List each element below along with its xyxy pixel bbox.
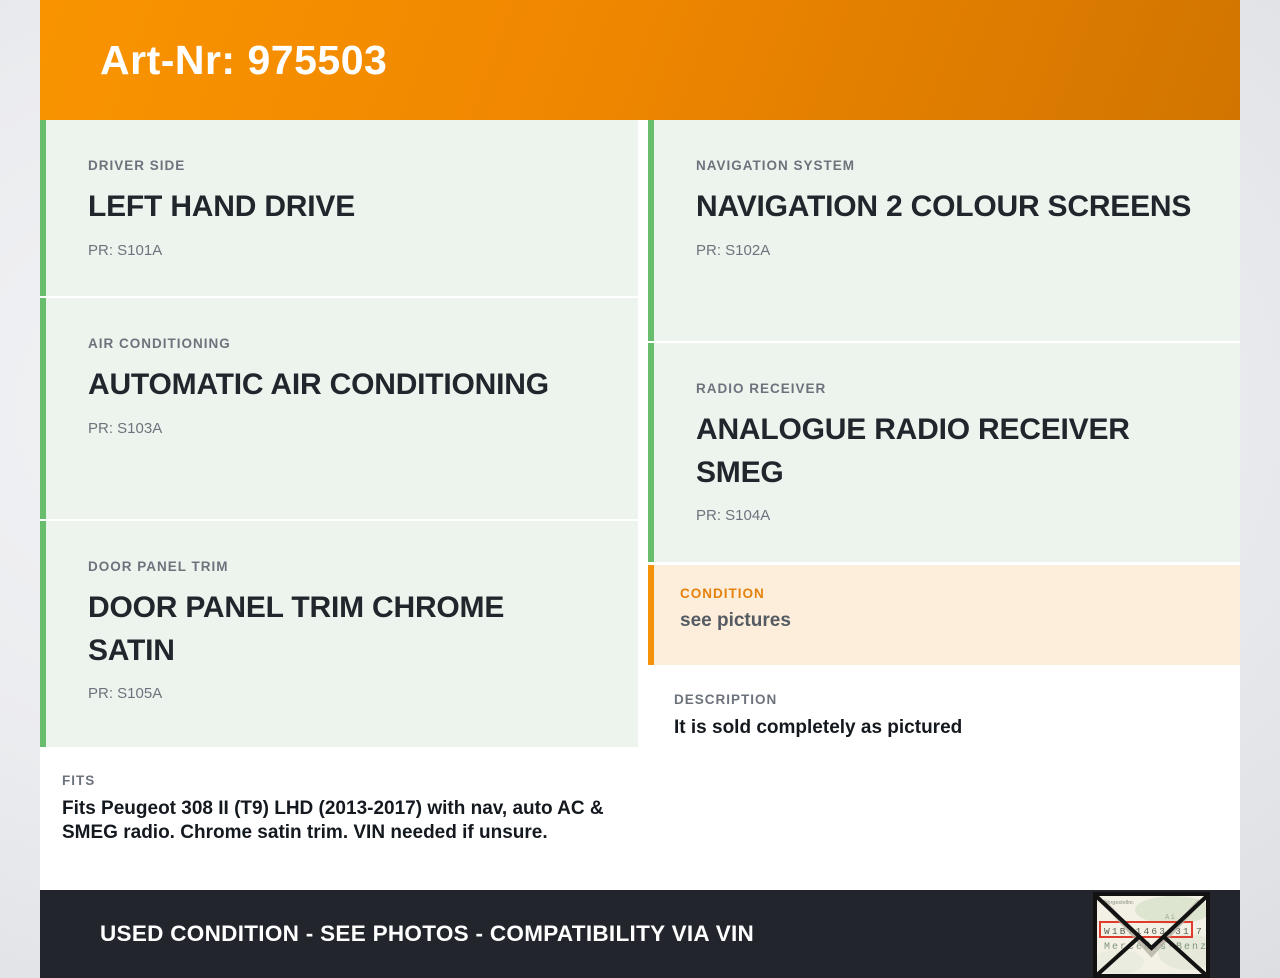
spec-card-air-conditioning: AIR CONDITIONING AUTOMATIC AIR CONDITION…	[40, 298, 638, 519]
spec-label: DRIVER SIDE	[88, 158, 186, 173]
spec-value: AUTOMATIC AIR CONDITIONING	[88, 368, 549, 401]
listing-sheet: Art-Nr: 975503 DRIVER SIDE LEFT HAND DRI…	[40, 0, 1240, 978]
description-label: DESCRIPTION	[674, 692, 778, 707]
vin-document-thumbnail: Fahrgestellnr. Ai W1B71463J31 7 Mercedes…	[1093, 892, 1210, 978]
spec-pr-code: PR: S101A	[88, 241, 163, 259]
header: Art-Nr: 975503	[40, 0, 1240, 120]
spec-value: DOOR PANEL TRIM CHROME SATIN	[88, 591, 505, 667]
condition-label: CONDITION	[680, 586, 765, 601]
spec-card-navigation-system: NAVIGATION SYSTEM NAVIGATION 2 COLOUR SC…	[648, 120, 1240, 341]
footer-banner: USED CONDITION - SEE PHOTOS - COMPATIBIL…	[40, 890, 1240, 978]
spec-card-radio-receiver: RADIO RECEIVER ANALOGUE RADIO RECEIVER S…	[648, 343, 1240, 562]
vin-number-suffix: 7	[1196, 926, 1202, 937]
spec-pr-code: PR: S102A	[696, 241, 771, 259]
page: Art-Nr: 975503 DRIVER SIDE LEFT HAND DRI…	[0, 0, 1280, 978]
svg-text:Ai: Ai	[1165, 914, 1176, 922]
left-column: DRIVER SIDE LEFT HAND DRIVE PR: S101A AI…	[40, 120, 638, 886]
spec-card-door-panel-trim: DOOR PANEL TRIM DOOR PANEL TRIM CHROME S…	[40, 521, 638, 747]
spec-label: AIR CONDITIONING	[88, 336, 231, 351]
spec-label: NAVIGATION SYSTEM	[696, 158, 856, 173]
spec-label: DOOR PANEL TRIM	[88, 559, 229, 574]
spec-label: RADIO RECEIVER	[696, 381, 827, 396]
spec-pr-code: PR: S103A	[88, 419, 163, 437]
description-text: It is sold completely as pictured	[674, 717, 963, 738]
right-column: NAVIGATION SYSTEM NAVIGATION 2 COLOUR SC…	[648, 120, 1240, 886]
fits-text: Fits Peugeot 308 II (T9) LHD (2013-2017)…	[62, 798, 604, 844]
spec-pr-code: PR: S105A	[88, 685, 163, 703]
page-title: Art-Nr: 975503	[100, 36, 388, 83]
spec-value: NAVIGATION 2 COLOUR SCREENS	[696, 190, 1192, 223]
spec-pr-code: PR: S104A	[696, 507, 771, 525]
description-section: DESCRIPTION It is sold completely as pic…	[648, 668, 1240, 886]
envelope-icon: Fahrgestellnr. Ai W1B71463J31 7 Mercedes…	[1093, 892, 1210, 978]
footer-text: USED CONDITION - SEE PHOTOS - COMPATIBIL…	[100, 921, 755, 946]
spec-value: LEFT HAND DRIVE	[88, 190, 356, 223]
condition-text: see pictures	[680, 610, 791, 631]
spec-value: ANALOGUE RADIO RECEIVER SMEG	[696, 413, 1130, 489]
content: DRIVER SIDE LEFT HAND DRIVE PR: S101A AI…	[40, 120, 1240, 886]
fits-label: FITS	[62, 773, 96, 788]
condition-section: CONDITION see pictures	[648, 565, 1240, 665]
spec-card-driver-side: DRIVER SIDE LEFT HAND DRIVE PR: S101A	[40, 120, 638, 296]
fits-section: FITS Fits Peugeot 308 II (T9) LHD (2013-…	[40, 749, 638, 886]
